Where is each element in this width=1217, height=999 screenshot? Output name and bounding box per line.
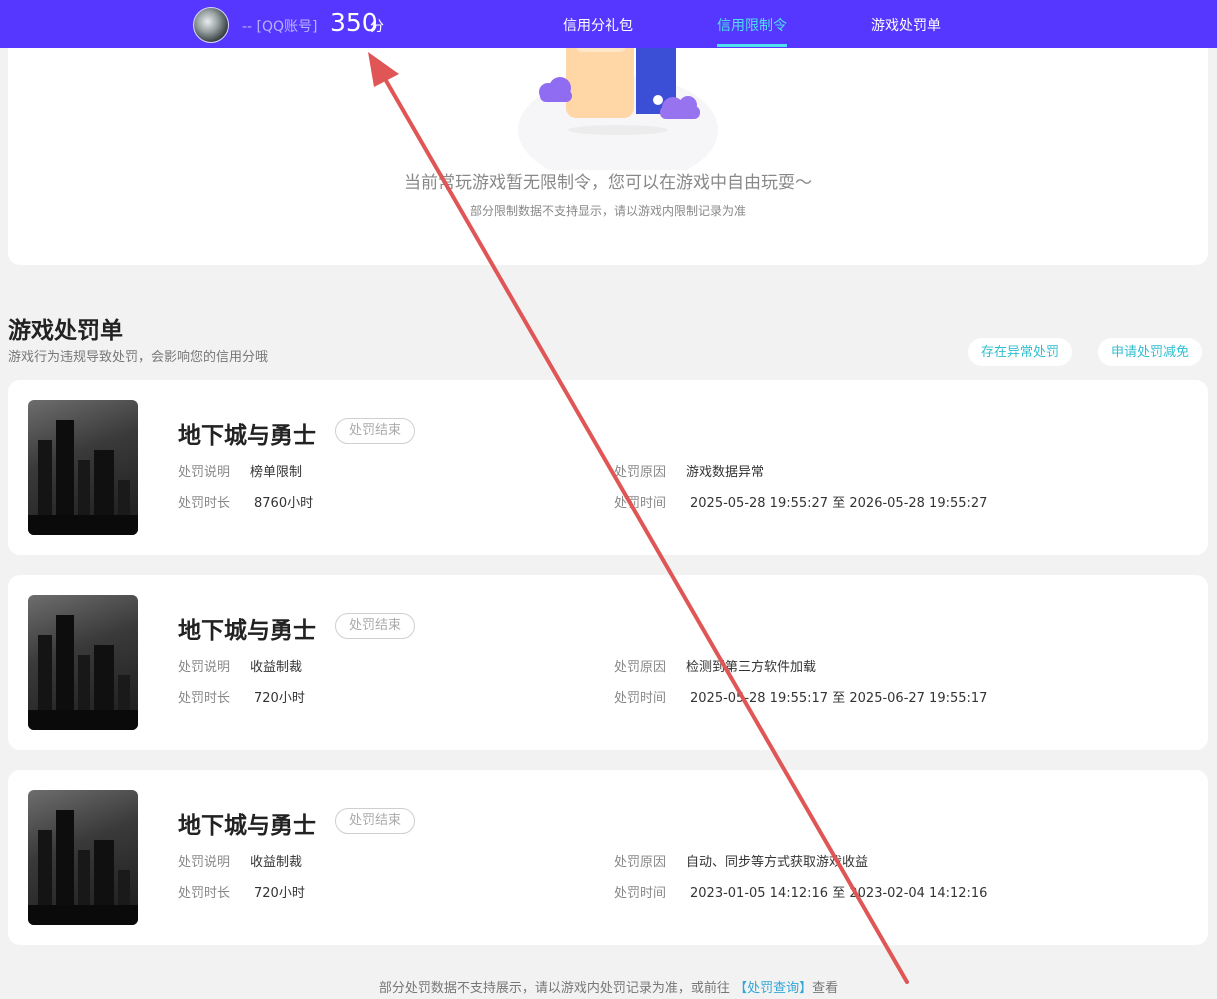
empty-illustration-icon <box>518 30 718 170</box>
tab-credit-gift[interactable]: 信用分礼包 <box>563 15 633 35</box>
score-unit: 分 <box>370 19 384 35</box>
time-label: 处罚时间 <box>614 691 667 706</box>
reason-label: 处罚原因 <box>614 660 667 675</box>
desc-value: 收益制裁 <box>250 855 303 870</box>
game-thumbnail <box>28 790 138 925</box>
time-end: 2025-06-27 19:55:17 <box>849 691 988 706</box>
time-to: 至 <box>832 691 846 706</box>
desc-label: 处罚说明 <box>178 855 231 870</box>
desc-value: 收益制裁 <box>250 660 303 675</box>
duration-label: 处罚时长 <box>178 691 231 706</box>
time-label: 处罚时间 <box>614 496 667 511</box>
game-name: 地下城与勇士 <box>178 813 316 839</box>
time-value: 2025-05-28 19:55:17 至 2025-06-27 19:55:1… <box>690 687 987 706</box>
empty-restriction-title: 当前常玩游戏暂无限制令，您可以在游戏中自由玩耍～ <box>404 173 812 193</box>
time-start: 2025-05-28 19:55:17 <box>690 691 829 706</box>
duration-value: 8760小时 <box>254 496 314 511</box>
restriction-empty-card: 当前常玩游戏暂无限制令，您可以在游戏中自由玩耍～ 部分限制数据不支持显示，请以游… <box>8 30 1208 265</box>
game-thumbnail <box>28 400 138 535</box>
reason-value: 游戏数据异常 <box>686 465 765 480</box>
duration-value: 720小时 <box>254 886 305 901</box>
reason-value: 自动、同步等方式获取游戏收益 <box>686 855 869 870</box>
desc-label: 处罚说明 <box>178 660 231 675</box>
footer-prefix: 部分处罚数据不支持展示，请以游戏内处罚记录为准，或前往 <box>378 981 730 996</box>
duration-value: 720小时 <box>254 691 305 706</box>
apply-reduction-button[interactable]: 申请处罚减免 <box>1098 338 1203 366</box>
penalty-section-title: 游戏处罚单 <box>8 318 123 344</box>
time-to: 至 <box>832 886 846 901</box>
game-name: 地下城与勇士 <box>178 423 316 449</box>
abnormal-penalty-button[interactable]: 存在异常处罚 <box>968 338 1073 366</box>
tab-credit-restriction[interactable]: 信用限制令 <box>717 15 787 35</box>
penalty-query-link[interactable]: 【处罚查询】 <box>734 981 812 996</box>
time-end: 2026-05-28 19:55:27 <box>849 496 988 511</box>
status-badge: 处罚结束 <box>335 418 416 444</box>
active-tab-indicator <box>717 44 787 47</box>
footer-note: 部分处罚数据不支持展示，请以游戏内处罚记录为准，或前往 【处罚查询】查看 <box>0 977 1217 996</box>
desc-label: 处罚说明 <box>178 465 231 480</box>
time-to: 至 <box>832 496 846 511</box>
penalty-card[interactable]: 地下城与勇士 处罚结束 处罚说明 榜单限制 处罚时长 8760小时 处罚原因 游… <box>8 380 1208 555</box>
time-value: 2023-01-05 14:12:16 至 2023-02-04 14:12:1… <box>690 882 987 901</box>
footer-suffix: 查看 <box>812 981 839 996</box>
reason-label: 处罚原因 <box>614 465 667 480</box>
penalty-card[interactable]: 地下城与勇士 处罚结束 处罚说明 收益制裁 处罚时长 720小时 处罚原因 检测… <box>8 575 1208 750</box>
game-thumbnail <box>28 595 138 730</box>
top-nav-bar: -- [QQ账号] 350 分 信用分礼包 信用限制令 游戏处罚单 <box>0 0 1217 48</box>
status-badge: 处罚结束 <box>335 808 416 834</box>
desc-value: 榜单限制 <box>250 465 303 480</box>
time-start: 2025-05-28 19:55:27 <box>690 496 829 511</box>
duration-label: 处罚时长 <box>178 886 231 901</box>
time-end: 2023-02-04 14:12:16 <box>849 886 988 901</box>
user-avatar[interactable] <box>193 7 229 43</box>
reason-label: 处罚原因 <box>614 855 667 870</box>
time-start: 2023-01-05 14:12:16 <box>690 886 829 901</box>
account-label: -- [QQ账号] <box>242 19 318 35</box>
game-name: 地下城与勇士 <box>178 618 316 644</box>
time-label: 处罚时间 <box>614 886 667 901</box>
reason-value: 检测到第三方软件加载 <box>686 660 817 675</box>
empty-restriction-note: 部分限制数据不支持显示，请以游戏内限制记录为准 <box>469 204 746 218</box>
time-value: 2025-05-28 19:55:27 至 2026-05-28 19:55:2… <box>690 492 987 511</box>
penalty-section-subtitle: 游戏行为违规导致处罚，会影响您的信用分哦 <box>8 350 269 365</box>
duration-label: 处罚时长 <box>178 496 231 511</box>
tab-game-penalty[interactable]: 游戏处罚单 <box>871 15 941 35</box>
status-badge: 处罚结束 <box>335 613 416 639</box>
penalty-card[interactable]: 地下城与勇士 处罚结束 处罚说明 收益制裁 处罚时长 720小时 处罚原因 自动… <box>8 770 1208 945</box>
